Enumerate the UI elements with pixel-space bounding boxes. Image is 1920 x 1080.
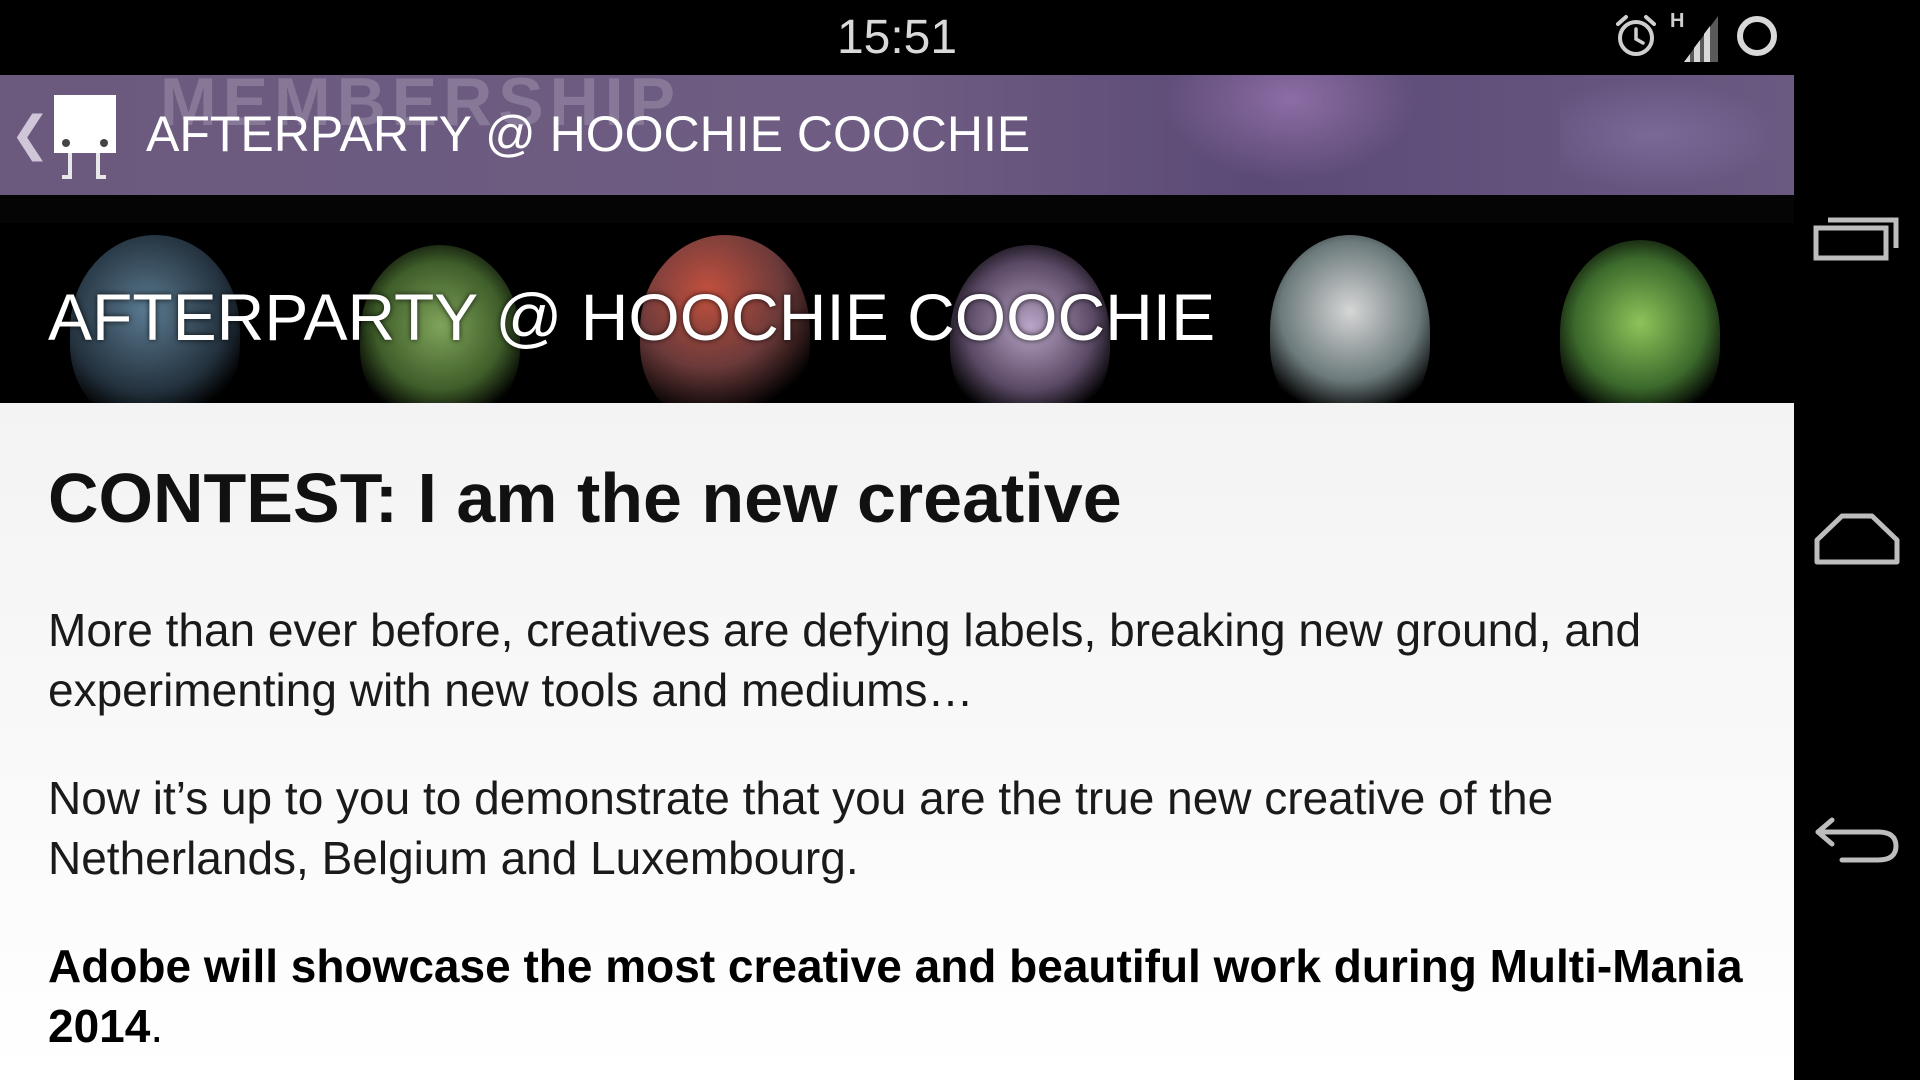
recent-apps-icon [1812,206,1902,271]
chevron-left-icon[interactable]: ❮ [10,105,50,165]
app-logo-icon[interactable] [52,89,120,187]
app-window: 15:51 H MEMBERSHIP ❮ AFTERPARTY @ HOOCHI… [0,0,1794,1080]
bold-paragraph-tail: . [150,1000,164,1052]
status-clock: 15:51 [836,11,958,64]
status-bar: 15:51 H [0,0,1794,75]
sync-icon [1732,11,1782,66]
back-button[interactable] [1794,790,1920,890]
home-button[interactable] [1794,490,1920,590]
signal-icon: H [1670,10,1722,64]
bold-paragraph-text: Adobe will showcase the most creative an… [48,940,1743,1052]
recent-apps-button[interactable] [1794,188,1920,288]
back-icon [1812,808,1902,873]
banner-face-art [1270,235,1430,403]
action-bar-artwork [1140,75,1440,195]
navigation-bar [1794,0,1920,1080]
article-bold-paragraph: Adobe will showcase the most creative an… [48,936,1748,1056]
banner-title: AFTERPARTY @ HOOCHIE COOCHIE [48,280,1216,354]
article-paragraph: Now it’s up to you to demonstrate that y… [48,772,1554,884]
action-bar-artwork-2 [1560,75,1790,195]
article-heading: CONTEST: I am the new creative [48,459,1122,537]
event-banner: AFTERPARTY @ HOOCHIE COOCHIE [0,195,1794,403]
alarm-icon [1612,12,1660,65]
action-bar-title: AFTERPARTY @ HOOCHIE COOCHIE [146,106,1031,162]
article-paragraph: More than ever before, creatives are def… [48,604,1642,716]
action-bar: MEMBERSHIP ❮ AFTERPARTY @ HOOCHIE COOCHI… [0,75,1794,195]
banner-top-strip [0,195,1794,223]
home-icon [1812,508,1902,573]
status-icons: H [1612,10,1782,66]
banner-face-art [1560,240,1720,403]
article-content: CONTEST: I am the new creative More than… [0,403,1794,1080]
